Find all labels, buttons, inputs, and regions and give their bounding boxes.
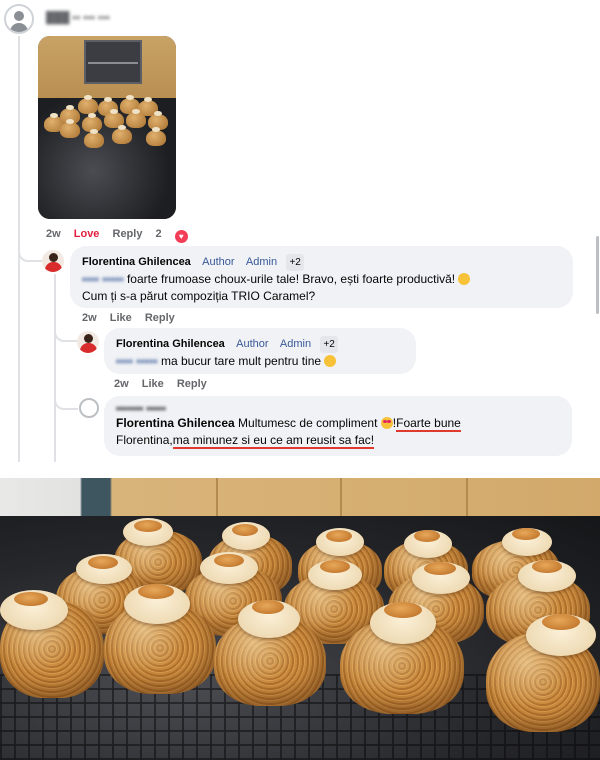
admin-badge: Admin — [245, 256, 278, 268]
author-name[interactable]: Florentina Ghilencea — [116, 416, 235, 430]
like-link[interactable]: Like — [142, 378, 164, 390]
user-avatar-icon[interactable] — [79, 398, 99, 418]
author-name[interactable]: Florentina Ghilencea — [116, 338, 225, 350]
thread-connector — [54, 392, 78, 410]
collage-gap — [0, 462, 600, 478]
reaction-count-value: 2 — [155, 228, 162, 240]
underlined-text: Foarte bune — [396, 416, 461, 432]
author-badge: Author — [236, 338, 269, 350]
grin-emoji-icon — [458, 273, 471, 285]
redacted-name: ███ ▪▪ ▪▪▪ ▪▪▪ — [46, 12, 110, 24]
comment-bubble: ▪▪▪▪▪▪▪ ▪▪▪▪▪ Florentina Ghilencea Multu… — [104, 396, 572, 456]
underlined-text: ma minunez si eu ce am reusit sa fac! — [172, 433, 375, 449]
comment-bubble: Florentina Ghilencea Author Admin +2 ▪▪▪… — [104, 328, 416, 374]
redacted-name: ▪▪▪▪▪▪▪ ▪▪▪▪▪ — [116, 403, 166, 415]
comment-text: Florentina, — [116, 433, 173, 447]
scrollbar[interactable] — [596, 236, 599, 314]
reaction-heart-icon: ♥ — [174, 230, 188, 243]
reply-link[interactable]: Reply — [177, 378, 207, 390]
thread-connector — [18, 228, 42, 262]
heart-eyes-emoji-icon — [380, 417, 393, 429]
comment-text: Cum ți s-a părut compoziția TRIO Caramel… — [82, 289, 316, 303]
comment-actions: 2w Like Reply — [82, 312, 185, 324]
admin-badge: Admin — [279, 338, 312, 350]
comment-time: 2w — [46, 228, 61, 240]
thread-connector — [54, 318, 78, 342]
comment-actions: 2w Like Reply — [114, 378, 217, 390]
redacted-mention: ▪▪▪▪ ▪▪▪▪▪ — [116, 354, 158, 368]
more-badges[interactable]: +2 — [286, 254, 304, 271]
comment-text: foarte frumoase choux-urile tale! Bravo,… — [126, 272, 456, 286]
author-badge: Author — [202, 256, 235, 268]
grin-emoji-icon — [324, 355, 337, 367]
like-link[interactable]: Like — [110, 312, 132, 324]
comment-text: Multumesc de compliment — [238, 416, 378, 430]
more-badges[interactable]: +2 — [320, 336, 338, 353]
author-name[interactable]: Florentina Ghilencea — [82, 256, 191, 268]
comment-photo[interactable] — [38, 36, 176, 219]
reply-link[interactable]: Reply — [145, 312, 175, 324]
comment-bubble: Florentina Ghilencea Author Admin +2 ▪▪▪… — [70, 246, 573, 308]
author-avatar[interactable] — [77, 331, 99, 353]
love-link[interactable]: Love — [74, 228, 100, 240]
comment-time: 2w — [82, 312, 97, 324]
thread-line — [54, 274, 56, 462]
comment-thread: ███ ▪▪ ▪▪▪ ▪▪▪ 2w Love Reply 2 ♥ Florent… — [0, 0, 600, 462]
user-avatar-icon[interactable] — [4, 4, 34, 34]
comment-actions: 2w Love Reply 2 ♥ — [46, 228, 208, 243]
reaction-count[interactable]: 2 ♥ — [155, 228, 198, 243]
redacted-mention: ▪▪▪▪ ▪▪▪▪▪ — [82, 272, 124, 286]
choux-photo — [0, 478, 600, 760]
author-avatar[interactable] — [42, 250, 64, 272]
comment-text: ma bucur tare mult pentru tine — [160, 354, 322, 368]
reply-link[interactable]: Reply — [113, 228, 143, 240]
comment-time: 2w — [114, 378, 129, 390]
